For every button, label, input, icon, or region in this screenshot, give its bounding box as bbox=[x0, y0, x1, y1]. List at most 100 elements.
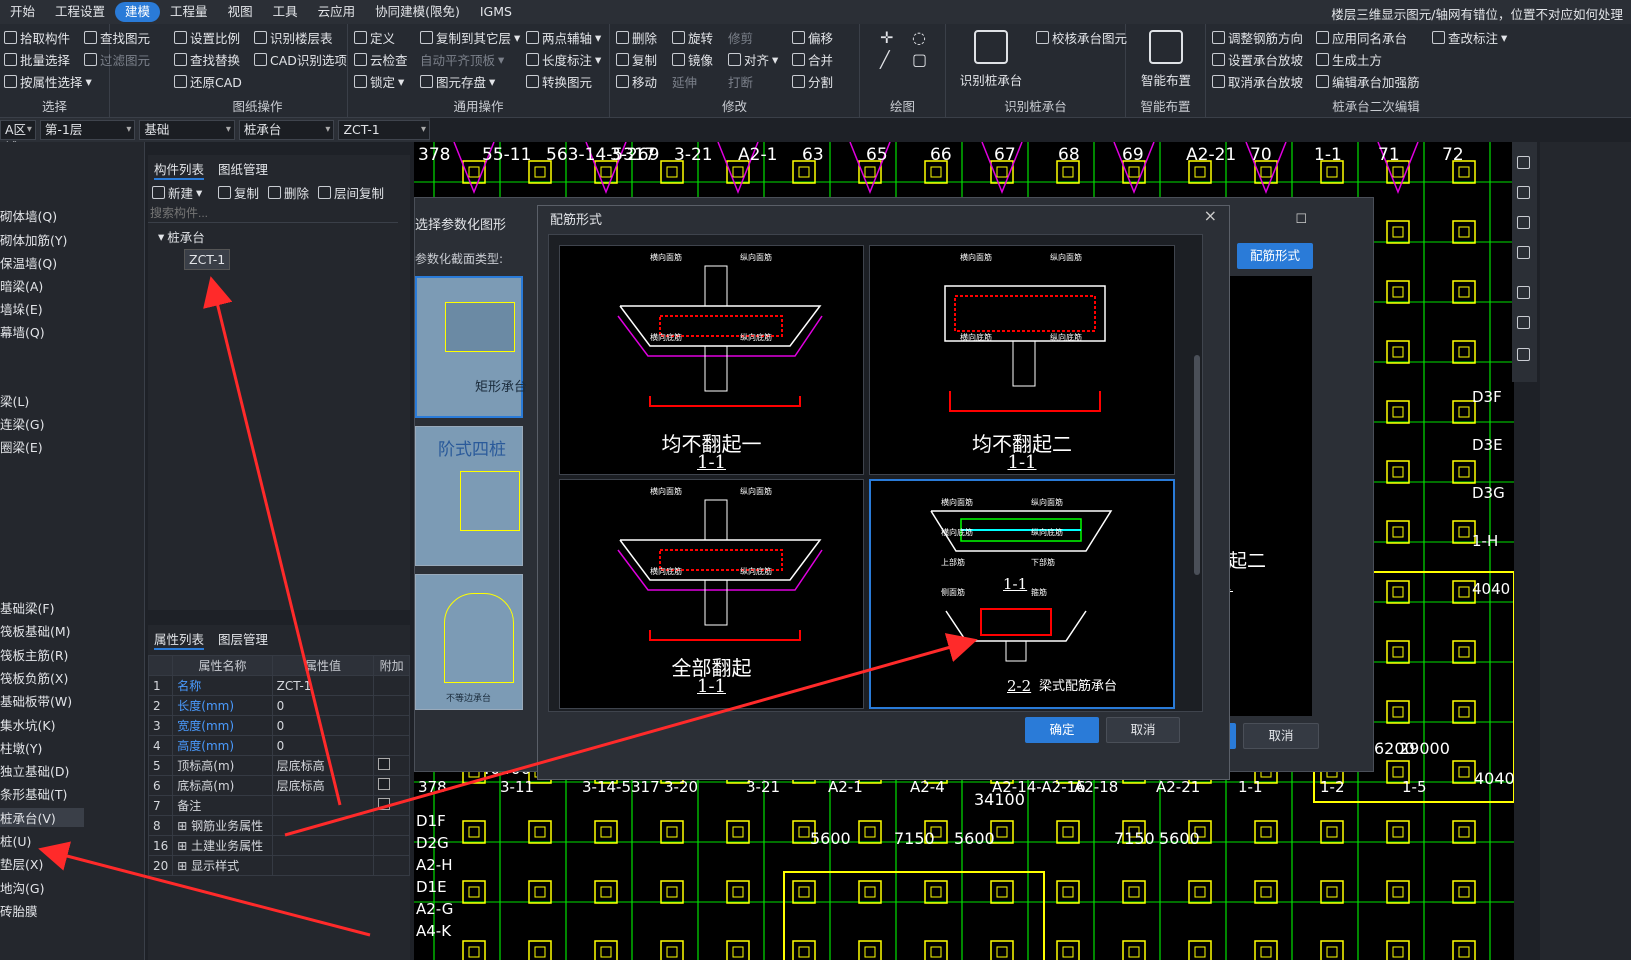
rebar-option-beam-cap[interactable]: 横向面筋 纵向面筋 横向底筋 纵向底筋 上部筋 下部筋 侧面筋 箍筋 1-1 2-2 梁式配筋… bbox=[869, 479, 1175, 709]
fullscreen-icon[interactable] bbox=[1517, 286, 1530, 299]
box-icon[interactable] bbox=[1517, 246, 1530, 259]
cloud-check-button[interactable]: 云检查 bbox=[354, 50, 408, 69]
delete-button[interactable]: 删除 bbox=[616, 28, 657, 47]
adjust-rebar-dir-button[interactable]: 调整钢筋方向 bbox=[1212, 28, 1303, 47]
property-row[interactable]: 8 ⊞ 钢筋业务属性 bbox=[147, 815, 410, 836]
prop-value[interactable] bbox=[271, 855, 375, 876]
component-select[interactable]: ZCT-1 bbox=[338, 120, 430, 140]
prop-value[interactable] bbox=[271, 795, 375, 816]
find-replace-button[interactable]: 查找替换 bbox=[174, 50, 240, 69]
cube-icon[interactable] bbox=[1517, 216, 1530, 229]
smart-layout-button[interactable]: 智能布置 bbox=[1130, 30, 1202, 89]
layer-icon[interactable] bbox=[1517, 316, 1530, 329]
thumb-rect-cap[interactable]: 矩形承台 bbox=[415, 276, 527, 418]
region-select[interactable]: A区域 bbox=[0, 120, 36, 155]
offset-button[interactable]: 偏移 bbox=[792, 28, 833, 47]
rect-draw-icon[interactable]: ▢ bbox=[912, 50, 927, 69]
copy-button[interactable]: 复制 bbox=[616, 50, 657, 69]
nav-item[interactable]: 砌体墙(Q) bbox=[0, 206, 57, 225]
nav-item[interactable]: 墙垛(E) bbox=[0, 299, 43, 318]
align-button[interactable]: 对齐 ▾ bbox=[728, 50, 778, 69]
nav-item[interactable]: 梁(L) bbox=[0, 391, 29, 410]
nav-item[interactable]: 幕墙(Q) bbox=[0, 322, 45, 341]
tree-item-zct1[interactable]: ZCT-1 bbox=[184, 249, 231, 270]
convert-element-button[interactable]: 转换图元 bbox=[526, 72, 592, 91]
new-component-button[interactable]: 新建 ▾ bbox=[152, 183, 202, 202]
menu-view[interactable]: 视图 bbox=[218, 2, 263, 22]
nav-item[interactable]: 筏板基础(M) bbox=[0, 621, 71, 640]
prop-value[interactable]: 0 bbox=[271, 735, 375, 756]
type-select[interactable]: 桩承台 bbox=[238, 120, 335, 140]
move-button[interactable]: 移动 bbox=[616, 72, 657, 91]
extra-checkbox[interactable] bbox=[378, 758, 391, 770]
floor-select[interactable]: 第-1层 bbox=[39, 120, 136, 140]
merge-button[interactable]: 合并 bbox=[792, 50, 833, 69]
mirror-button[interactable]: 镜像 bbox=[672, 50, 713, 69]
rebar-ok-button[interactable]: 确定 bbox=[1025, 717, 1099, 743]
pick-component-button[interactable]: 拾取构件 bbox=[4, 28, 70, 47]
help-tip-link[interactable]: 楼层三维显示图元/轴网有错位，位置不对应如何处理 bbox=[1331, 4, 1623, 23]
line-draw-icon[interactable]: ╱ bbox=[880, 50, 890, 69]
rebar-option-no-bend-1[interactable]: 横向面筋 纵向面筋 横向底筋 纵向底筋 均不翻起一 1-1 bbox=[559, 245, 864, 475]
menu-cloud[interactable]: 云应用 bbox=[308, 2, 366, 22]
menu-quantity[interactable]: 工程量 bbox=[160, 2, 218, 22]
nav-item[interactable]: 砌体加筋(Y) bbox=[0, 230, 67, 249]
cancel-cap-slope-button[interactable]: 取消承台放坡 bbox=[1212, 72, 1303, 91]
nav-item[interactable]: 独立基础(D) bbox=[0, 761, 69, 780]
apply-same-cap-button[interactable]: 应用同名承台 bbox=[1316, 28, 1407, 47]
generate-earthwork-button[interactable]: 生成土方 bbox=[1316, 50, 1382, 69]
thumb-uneven-cap[interactable]: 不等边承台 bbox=[415, 574, 523, 710]
nav-item[interactable]: 暗梁(A) bbox=[0, 276, 43, 295]
tab-component-list[interactable]: 构件列表 bbox=[154, 159, 205, 180]
nav-item[interactable]: 圈梁(E) bbox=[0, 437, 43, 456]
auto-align-slab-button[interactable]: 自动平齐顶板 ▾ bbox=[420, 50, 504, 69]
tab-drawing-manage[interactable]: 图纸管理 bbox=[218, 159, 268, 178]
two-point-axis-button[interactable]: 两点辅轴 ▾ bbox=[526, 28, 601, 47]
nav-item[interactable]: 桩承台(V) bbox=[0, 807, 84, 827]
rebar-option-all-bend[interactable]: 横向面筋 纵向面筋 横向底筋 纵向底筋 全部翻起 1-1 bbox=[559, 479, 864, 709]
component-search-input[interactable] bbox=[148, 203, 398, 223]
prop-value[interactable]: 层底标高 bbox=[271, 775, 375, 796]
options-scrollbar[interactable] bbox=[1194, 355, 1200, 575]
rotate-button[interactable]: 旋转 bbox=[672, 28, 713, 47]
property-row[interactable]: 4 高度(mm) 0 bbox=[147, 735, 410, 756]
extra-checkbox[interactable] bbox=[378, 798, 391, 810]
tab-property-list[interactable]: 属性列表 bbox=[154, 629, 205, 650]
filter-element-button[interactable]: 过滤图元 bbox=[84, 50, 150, 69]
nav-item[interactable]: 基础板带(W) bbox=[0, 691, 72, 710]
trim-button[interactable]: 修剪 bbox=[728, 28, 753, 47]
nav-item[interactable]: 桩(U) bbox=[0, 831, 31, 850]
property-row[interactable]: 5 顶标高(m) 层底标高 bbox=[147, 755, 410, 776]
category-select[interactable]: 基础 bbox=[139, 120, 235, 140]
prop-value[interactable]: 0 bbox=[271, 695, 375, 716]
split-button[interactable]: 分割 bbox=[792, 72, 833, 91]
nav-item[interactable]: 保温墙(Q) bbox=[0, 253, 57, 272]
property-row[interactable]: 2 长度(mm) 0 bbox=[147, 695, 410, 716]
nav-item[interactable]: 集水坑(K) bbox=[0, 715, 55, 734]
rebar-cancel-button[interactable]: 取消 bbox=[1106, 717, 1180, 743]
find-element-button[interactable]: 查找图元 bbox=[84, 28, 150, 47]
menu-igms[interactable]: IGMS bbox=[470, 2, 522, 22]
set-scale-button[interactable]: 设置比例 bbox=[174, 28, 240, 47]
point-draw-icon[interactable]: ✛ bbox=[880, 28, 893, 47]
close-icon[interactable]: × bbox=[1204, 206, 1217, 225]
property-row[interactable]: 6 底标高(m) 层底标高 bbox=[147, 775, 410, 796]
prop-value[interactable] bbox=[271, 835, 375, 856]
property-row[interactable]: 20 ⊞ 显示样式 bbox=[147, 855, 410, 876]
restore-cad-button[interactable]: 还原CAD bbox=[174, 72, 242, 91]
recognize-floor-table-button[interactable]: 识别楼层表 bbox=[254, 28, 333, 47]
edit-cap-reinforce-button[interactable]: 编辑承台加强筋 bbox=[1316, 72, 1420, 91]
maximize-icon[interactable]: ☐ bbox=[1295, 212, 1307, 227]
select-by-attr-button[interactable]: 按属性选择 ▾ bbox=[4, 72, 92, 91]
circle-draw-icon[interactable]: ◌ bbox=[912, 28, 926, 47]
menu-collab[interactable]: 协同建模(限免) bbox=[365, 2, 470, 22]
rebar-form-button[interactable]: 配筋形式 bbox=[1237, 243, 1313, 269]
extra-checkbox[interactable] bbox=[378, 778, 391, 790]
nav-item[interactable]: 连梁(G) bbox=[0, 414, 44, 433]
property-row[interactable]: 1 名称 ZCT-1 bbox=[147, 675, 410, 696]
nav-item[interactable]: 条形基础(T) bbox=[0, 784, 67, 803]
prop-value[interactable]: ZCT-1 bbox=[271, 675, 375, 696]
menu-start[interactable]: 开始 bbox=[0, 2, 45, 22]
prop-extra[interactable] bbox=[373, 755, 410, 776]
save-element-button[interactable]: 图元存盘 ▾ bbox=[420, 72, 495, 91]
